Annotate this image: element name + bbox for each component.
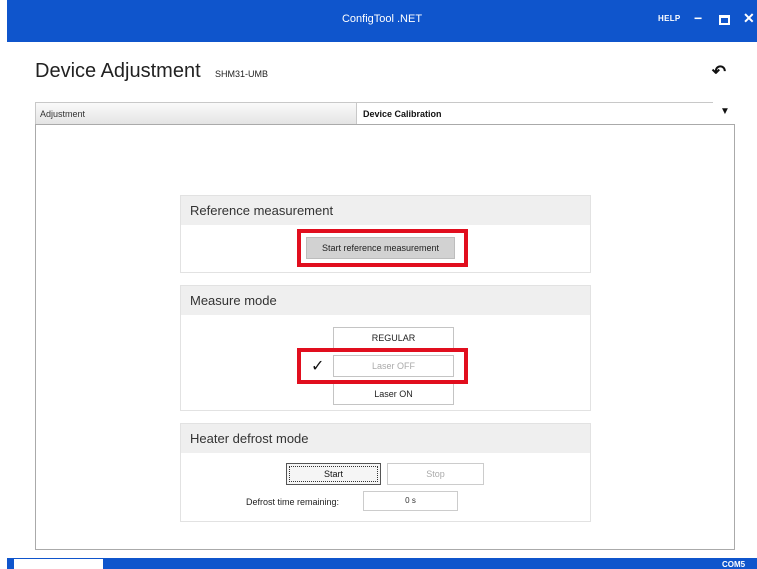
measure-mode-title: Measure mode	[181, 286, 590, 315]
tab-dropdown-icon[interactable]: ▼	[720, 106, 730, 117]
defrost-start-button[interactable]: Start	[286, 463, 381, 485]
tab-device-calibration[interactable]: Device Calibration	[357, 102, 713, 124]
highlight-box-laser-off	[297, 348, 468, 384]
left-edge	[0, 0, 7, 569]
title-bar: ConfigTool .NET HELP − ✕	[7, 0, 757, 42]
close-icon[interactable]: ✕	[743, 9, 755, 27]
undo-icon[interactable]: ↶	[708, 63, 730, 81]
status-tab[interactable]	[14, 559, 103, 569]
help-button[interactable]: HELP	[658, 14, 681, 23]
status-bar	[7, 558, 757, 569]
tab-bar: Adjustment Device Calibration ▼	[35, 102, 735, 124]
heater-defrost-title: Heater defrost mode	[181, 424, 590, 453]
mode-regular-button[interactable]: REGULAR	[333, 327, 454, 349]
app-title: ConfigTool .NET	[341, 13, 423, 25]
page-title: Device Adjustment	[35, 60, 201, 82]
minimize-icon[interactable]: −	[694, 9, 702, 27]
maximize-icon[interactable]	[719, 15, 730, 25]
tab-adjustment[interactable]: Adjustment	[35, 102, 357, 124]
mode-laser-on-button[interactable]: Laser ON	[333, 383, 454, 405]
defrost-remaining-value: 0 s	[363, 491, 458, 511]
reference-measurement-title: Reference measurement	[181, 196, 590, 225]
defrost-stop-button[interactable]: Stop	[387, 463, 484, 485]
device-name: SHM31-UMB	[215, 69, 269, 79]
com-port-label: COM5	[722, 560, 746, 569]
highlight-box-reference	[297, 229, 468, 267]
defrost-remaining-label: Defrost time remaining:	[246, 497, 340, 507]
